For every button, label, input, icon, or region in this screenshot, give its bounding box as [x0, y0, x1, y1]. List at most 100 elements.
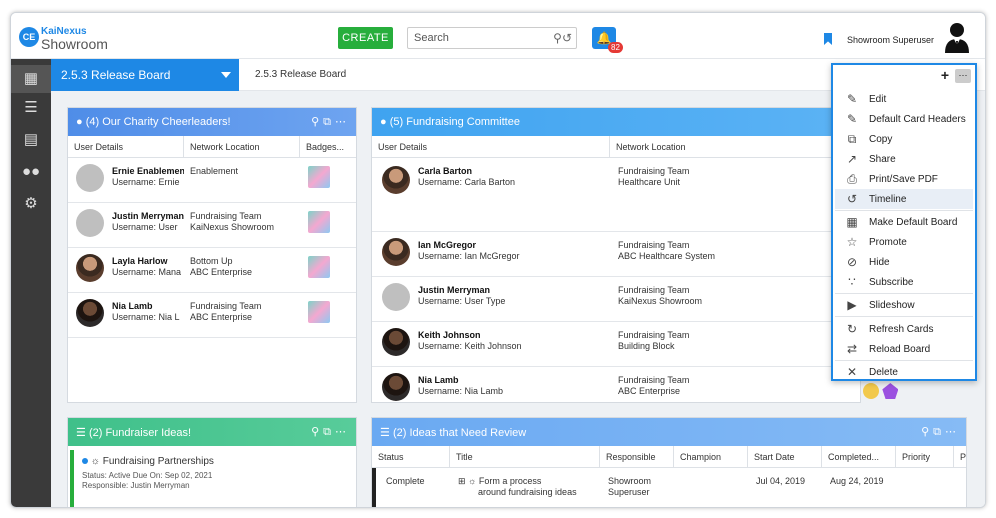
menu-item-subscribe[interactable]: ∵ Subscribe	[835, 272, 973, 292]
table-row[interactable]: Carla Barton Username: Carla Barton Fundr…	[372, 158, 860, 232]
card-header[interactable]: ☰ (2) Fundraiser Ideas! ⚲⧉⋯	[68, 418, 356, 446]
status-stripe	[372, 468, 376, 507]
menu-item-promote[interactable]: ☆ Promote	[835, 232, 973, 252]
card-tools[interactable]: ⚲⧉⋯	[311, 115, 350, 129]
expand-icon[interactable]: ⊞	[458, 476, 466, 486]
menu-item-label: Print/Save PDF	[869, 174, 938, 185]
table-row[interactable]: Justin Merryman Username: User Type Fundr…	[372, 277, 860, 322]
menu-item-label: Default Card Headers	[869, 114, 966, 125]
user-name: Ian McGregor	[418, 240, 477, 250]
user-username: Username: Nia L	[112, 312, 180, 322]
list-icon[interactable]: ☰	[22, 99, 40, 117]
badge-image[interactable]	[308, 166, 330, 188]
menu-item-delete[interactable]: ✕ Delete	[835, 362, 973, 382]
network-location: Fundraising Team	[618, 330, 690, 340]
column-header[interactable]: Priority	[896, 446, 954, 468]
table-row[interactable]: Nia Lamb Username: Nia L Fundraising Team…	[68, 293, 356, 338]
menu-item-hide[interactable]: ⊘ Hide	[835, 252, 973, 272]
add-icon[interactable]: +	[941, 67, 949, 83]
column-header[interactable]: Responsible	[600, 446, 674, 468]
avatar	[382, 328, 410, 356]
column-header[interactable]: Title	[450, 446, 600, 468]
user-name: Keith Johnson	[418, 330, 481, 340]
menu-item-slideshow[interactable]: ▶ Slideshow	[835, 295, 973, 315]
table-row[interactable]: Nia Lamb Username: Nia Lamb Fundraising T…	[372, 367, 860, 402]
user-avatar-icon[interactable]	[943, 21, 971, 53]
menu-item-print[interactable]: ⎙ Print/Save PDF	[835, 169, 973, 189]
column-header[interactable]: Network Location	[610, 136, 860, 158]
card-header[interactable]: ● (5) Fundraising Committee	[372, 108, 860, 136]
column-header[interactable]: Network Location	[184, 136, 300, 158]
menu-item-edit[interactable]: ✎ Edit	[835, 89, 973, 109]
table-row[interactable]: Complete ⊞ ☼ Form a process around fundr…	[372, 468, 966, 507]
avatar	[76, 299, 104, 327]
gear-icon[interactable]: ⚙	[22, 195, 40, 213]
kainexus-logo[interactable]: CE	[19, 27, 39, 47]
table-row[interactable]: Ernie Enablement Username: Ernie Enableme…	[68, 158, 356, 203]
user-name[interactable]: Showroom Superuser	[847, 35, 934, 45]
card-title: (4) Our Charity Cheerleaders!	[85, 116, 231, 128]
more-options-icon[interactable]: ⋯	[955, 69, 971, 83]
bookmark-icon[interactable]	[824, 33, 832, 45]
network-location-parent: KaiNexus Showroom	[618, 296, 703, 306]
menu-item-refresh-cards[interactable]: ↻ Refresh Cards	[835, 319, 973, 339]
table-row[interactable]: Layla Harlow Username: Mana Bottom Up ABC …	[68, 248, 356, 293]
column-header[interactable]: User Details	[68, 136, 184, 158]
card-tools[interactable]: ⚲⧉⋯	[921, 425, 960, 439]
board-select-dropdown[interactable]: 2.5.3 Release Board	[51, 59, 239, 91]
history-icon: ↺	[846, 192, 858, 206]
search-input[interactable]: Search ⚲↺	[407, 27, 577, 49]
item-title: Fundraising Partnerships	[102, 456, 214, 467]
create-button[interactable]: CREATE	[338, 27, 393, 49]
column-header[interactable]: Champion	[674, 446, 748, 468]
column-header[interactable]: Status	[372, 446, 450, 468]
user-name: Ernie Enablement	[112, 166, 184, 176]
title-line-2: around fundraising ideas	[478, 487, 577, 497]
card-header[interactable]: ● (4) Our Charity Cheerleaders! ⚲⧉⋯	[68, 108, 356, 136]
menu-item-label: Timeline	[869, 194, 907, 205]
status-dot	[82, 458, 88, 464]
play-icon: ▶	[847, 298, 857, 312]
user-name: Layla Harlow	[112, 256, 168, 266]
avatar	[382, 166, 410, 194]
network-location-parent: KaiNexus Showroom	[190, 222, 275, 232]
menu-item-reload-board[interactable]: ⇄ Reload Board	[835, 339, 973, 359]
responsible-line-1: Showroom	[608, 476, 652, 486]
menu-item-copy[interactable]: ⧉ Copy	[835, 129, 973, 149]
people-icon[interactable]: ●●	[22, 163, 40, 181]
column-header[interactable]: Badges...	[300, 136, 356, 158]
badge-image[interactable]	[308, 301, 330, 323]
menu-item-label: Slideshow	[869, 300, 915, 311]
user-username: Username: Ian McGregor	[418, 251, 520, 261]
badge-image[interactable]	[308, 256, 330, 278]
menu-item-make-default-board[interactable]: ▦ Make Default Board	[835, 212, 973, 232]
chart-icon[interactable]: ▤	[22, 131, 40, 149]
apps-grid-icon[interactable]: ▦	[11, 65, 51, 93]
chevron-down-icon[interactable]	[221, 72, 231, 78]
list-item[interactable]: ☼ Fundraising Partnerships Status: Activ…	[82, 456, 352, 490]
menu-item-timeline[interactable]: ↺ Timeline	[835, 189, 973, 209]
column-header[interactable]: Start Date	[748, 446, 822, 468]
card-tools[interactable]: ⚲⧉⋯	[311, 425, 350, 439]
column-header[interactable]: User Details	[372, 136, 610, 158]
badge-image[interactable]	[308, 211, 330, 233]
user-name: Justin Merryman	[418, 285, 491, 295]
menu-item-label: Promote	[869, 237, 907, 248]
menu-item-default-card-headers[interactable]: ✎ Default Card Headers	[835, 109, 973, 129]
table-row[interactable]: Keith Johnson Username: Keith Johnson Fun…	[372, 322, 860, 367]
status-cell: Complete	[386, 476, 425, 486]
user-username: Username: Carla Barton	[418, 177, 516, 187]
menu-item-share[interactable]: ↗ Share	[835, 149, 973, 169]
copy-icon: ⧉	[847, 132, 857, 146]
table-row[interactable]: Justin Merryman Username: User Fundraisin…	[68, 203, 356, 248]
column-header[interactable]: P	[954, 446, 966, 468]
menu-toolbar: + ⋯	[833, 65, 975, 87]
column-header[interactable]: Completed...	[822, 446, 896, 468]
menu-item-label: Refresh Cards	[869, 324, 934, 335]
user-username: Username: Keith Johnson	[418, 341, 522, 351]
table-row[interactable]: Ian McGregor Username: Ian McGregor Fundr…	[372, 232, 860, 277]
list-icon: ☰	[76, 427, 86, 439]
card-header[interactable]: ☰ (2) Ideas that Need Review ⚲⧉⋯	[372, 418, 966, 446]
search-icon[interactable]: ⚲↺	[553, 31, 572, 45]
network-location-parent: Building Block	[618, 341, 675, 351]
